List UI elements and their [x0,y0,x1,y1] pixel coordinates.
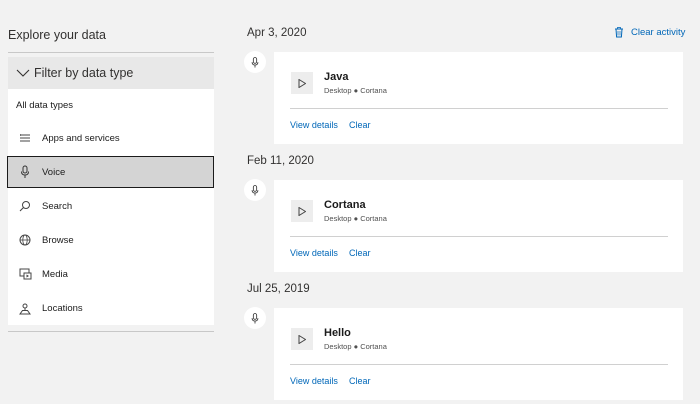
chevron-down-icon [16,69,30,77]
list-icon [18,131,32,145]
play-button[interactable] [291,72,313,94]
globe-icon [18,233,32,247]
filter-label: Filter by data type [34,66,134,80]
filter-item-label: Locations [42,302,83,314]
microphone-icon [244,51,266,73]
filter-item-browse[interactable]: Browse [8,224,214,256]
activity-subtitle: Desktop ● Cortana [324,214,387,223]
activity-card: Hello Desktop ● Cortana View details Cle… [274,308,683,400]
search-icon [18,199,32,213]
activity-subtitle: Desktop ● Cortana [324,342,387,351]
play-icon [298,206,306,216]
filter-by-data-type-toggle[interactable]: Filter by data type [8,57,214,89]
filter-item-label: Voice [42,166,66,178]
activity-card: Java Desktop ● Cortana View details Clea… [274,52,683,144]
microphone-icon [244,179,266,201]
view-details-link[interactable]: View details [290,120,338,130]
trash-icon [615,27,623,38]
filter-item-voice[interactable]: Voice [7,156,214,188]
filter-item-media[interactable]: Media [8,258,214,290]
activity-title: Cortana [324,199,366,211]
filter-item-label: Apps and services [42,132,120,144]
clear-activity-button[interactable]: Clear activity [614,27,685,38]
view-details-link[interactable]: View details [290,376,338,386]
card-divider [290,236,668,237]
location-icon [18,301,32,315]
activity-card: Cortana Desktop ● Cortana View details C… [274,180,683,272]
data-type-list: All data types Apps and services Voice S… [7,89,214,325]
play-icon [298,334,306,344]
filter-item-label: Search [42,200,73,212]
sidebar-title: Explore your data [8,28,106,42]
sidebar-divider [8,331,214,332]
clear-link[interactable]: Clear [349,376,371,386]
card-divider [290,364,668,365]
activity-title: Java [324,71,349,83]
filter-item-search[interactable]: Search [8,190,214,222]
filter-item-all-data-types[interactable]: All data types [16,100,73,111]
filter-item-label: Media [42,268,68,280]
play-button[interactable] [291,200,313,222]
card-divider [290,108,668,109]
activity-date: Jul 25, 2019 [247,283,310,295]
activity-title: Hello [324,327,351,339]
activity-date: Apr 3, 2020 [247,27,307,39]
clear-link[interactable]: Clear [349,248,371,258]
sidebar-divider [8,52,214,53]
view-details-link[interactable]: View details [290,248,338,258]
filter-item-locations[interactable]: Locations [8,292,214,324]
play-button[interactable] [291,328,313,350]
play-icon [298,78,306,88]
media-icon [18,267,32,281]
clear-activity-label: Clear activity [631,27,686,38]
sidebar: Explore your data Filter by data type Al… [0,0,222,404]
microphone-icon [18,165,32,179]
filter-item-apps-and-services[interactable]: Apps and services [8,122,214,154]
microphone-icon [244,307,266,329]
activity-subtitle: Desktop ● Cortana [324,86,387,95]
activity-date: Feb 11, 2020 [247,155,314,167]
clear-link[interactable]: Clear [349,120,371,130]
filter-item-label: Browse [42,234,74,246]
